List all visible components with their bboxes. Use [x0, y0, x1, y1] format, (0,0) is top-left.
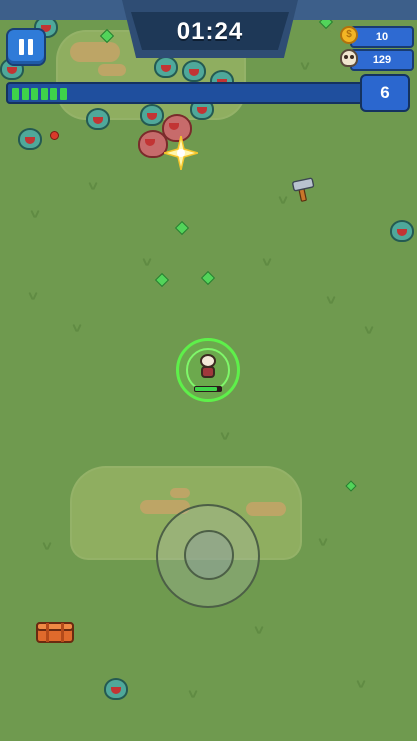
dirt-patch-bottom-3	[170, 488, 190, 498]
player-health-bar	[194, 386, 222, 392]
player-level-badge: 6	[360, 74, 410, 112]
dirt-patch-top	[70, 42, 120, 62]
player-body	[201, 366, 215, 378]
enemy-monster	[154, 56, 178, 78]
grass-tuft	[364, 326, 374, 334]
grass-tuft	[356, 680, 366, 688]
xp-segment	[21, 88, 29, 100]
xp-segment	[12, 88, 19, 100]
dirt-patch-top-2	[98, 64, 126, 76]
player-character	[197, 354, 219, 380]
grass-tuft	[30, 210, 40, 218]
enemy-monster	[86, 108, 110, 130]
xp-segment	[40, 88, 48, 100]
xp-progress-bar	[6, 82, 364, 104]
xp-segment	[59, 88, 67, 100]
grass-tuft	[318, 538, 328, 546]
kill-counter: 129	[350, 49, 414, 71]
xp-gem	[154, 272, 170, 288]
hammer-icon	[292, 177, 315, 202]
xp-gem	[174, 220, 190, 236]
grass-tuft	[220, 432, 230, 440]
coin-icon: $	[340, 26, 358, 44]
dirt-patch-bottom-2	[246, 502, 286, 516]
xp-gem	[345, 480, 357, 492]
player-health-fill	[195, 387, 217, 391]
skull-icon	[340, 49, 358, 67]
grass-tuft	[88, 182, 98, 190]
grass-tuft	[42, 542, 52, 550]
pause-button[interactable]	[6, 28, 46, 66]
enemy-monster	[140, 104, 164, 126]
grass-tuft	[262, 258, 272, 266]
grass-tuft	[300, 62, 310, 70]
virtual-joystick-thumb[interactable]	[184, 530, 234, 580]
enemy-monster	[104, 678, 128, 700]
enemy-monster	[182, 60, 206, 82]
pause-icon	[19, 39, 24, 55]
grass-tuft	[72, 324, 82, 332]
enemy-monster	[18, 128, 42, 150]
enemy-projectile	[50, 131, 59, 140]
xp-gem	[200, 270, 216, 286]
xp-segment	[50, 88, 57, 100]
grass-tuft	[142, 258, 152, 266]
xp-segment	[31, 88, 38, 100]
hit-flash-effect	[164, 136, 198, 170]
coin-counter: 10	[350, 26, 414, 48]
grass-tuft	[188, 690, 198, 698]
chest-icon[interactable]	[36, 619, 74, 643]
grass-tuft	[278, 196, 288, 204]
grass-tuft	[326, 296, 336, 304]
survival-timer: 01:24	[176, 18, 244, 45]
enemy-monster	[390, 220, 414, 242]
grass-tuft	[254, 626, 264, 634]
pause-icon	[28, 39, 33, 55]
grass-tuft	[28, 292, 38, 300]
